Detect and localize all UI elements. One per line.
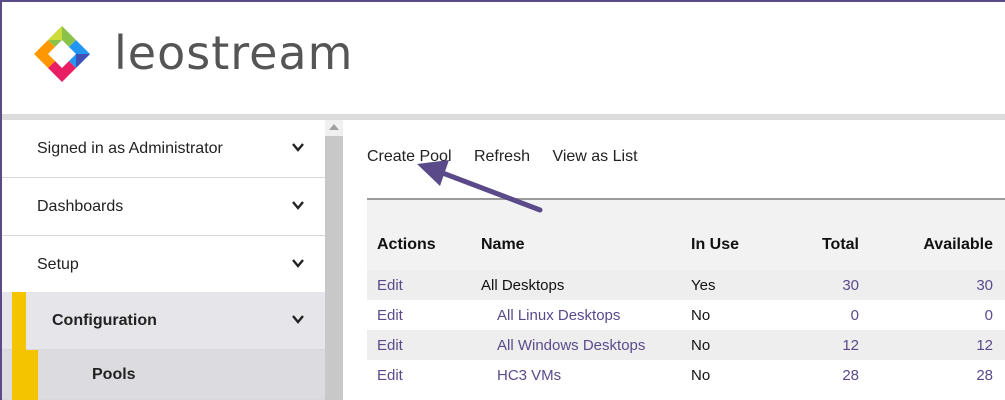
sidebar-item-signed-in[interactable]: Signed in as Administrator [2, 120, 325, 178]
available-cell: 28 [976, 366, 993, 384]
sidebar-item-label: Dashboards [37, 197, 124, 215]
logo-text: leostream [114, 26, 354, 80]
table-header-row: Actions Name In Use Total Available [367, 200, 1005, 270]
in-use-cell: No [691, 366, 711, 384]
sidebar-scrollbar[interactable] [325, 120, 343, 400]
arrow-up-icon [329, 124, 339, 130]
in-use-cell: No [691, 306, 711, 324]
active-item-marker [26, 350, 38, 400]
edit-link[interactable]: Edit [367, 270, 481, 300]
pool-name: All Desktops [481, 276, 565, 294]
available-cell: 0 [984, 306, 993, 324]
edit-link[interactable]: Edit [367, 300, 481, 330]
column-header-actions[interactable]: Actions [367, 200, 481, 270]
table-row: Edit All Desktops Yes 30 30 [367, 270, 1005, 300]
sidebar-item-pools[interactable]: Pools [2, 350, 325, 400]
chevron-down-icon [292, 143, 304, 152]
column-header-total[interactable]: Total [791, 200, 871, 270]
pool-name: All Linux Desktops [497, 306, 621, 324]
toolbar: Create Pool Refresh View as List [367, 148, 656, 166]
column-header-available[interactable]: Available [871, 200, 1005, 270]
refresh-link[interactable]: Refresh [474, 148, 530, 165]
total-cell: 28 [842, 366, 859, 384]
sidebar-item-configuration[interactable]: Configuration [2, 292, 325, 350]
column-header-in-use[interactable]: In Use [691, 200, 791, 270]
sidebar-item-dashboards[interactable]: Dashboards [2, 178, 325, 236]
active-section-marker [12, 292, 26, 400]
pool-name: HC3 VMs [497, 366, 562, 384]
in-use-cell: Yes [691, 276, 716, 294]
chevron-down-icon [292, 315, 304, 324]
sidebar-item-label: Setup [37, 255, 79, 273]
total-cell: 12 [842, 336, 859, 354]
create-pool-link[interactable]: Create Pool [367, 148, 452, 165]
pools-table: Actions Name In Use Total Available Edit… [367, 198, 1005, 390]
available-cell: 12 [976, 336, 993, 354]
total-cell: 0 [850, 306, 859, 324]
edit-link[interactable]: Edit [367, 360, 481, 390]
table-row: Edit All Windows Desktops No 12 12 [367, 330, 1005, 360]
table-row: Edit HC3 VMs No 28 28 [367, 360, 1005, 390]
main-content: Create Pool Refresh View as List Actions… [343, 120, 1005, 400]
chevron-down-icon [292, 259, 304, 268]
in-use-cell: No [691, 336, 711, 354]
scroll-up-button[interactable] [325, 120, 343, 136]
edit-link[interactable]: Edit [367, 330, 481, 360]
pool-name: All Windows Desktops [497, 336, 646, 354]
app-header: leostream [2, 2, 1005, 114]
sidebar: Signed in as Administrator Dashboards Se… [2, 120, 325, 400]
table-row: Edit All Linux Desktops No 0 0 [367, 300, 1005, 330]
available-cell: 30 [976, 276, 993, 294]
view-as-list-link[interactable]: View as List [552, 148, 637, 165]
sidebar-item-setup[interactable]: Setup [2, 236, 325, 294]
column-header-name[interactable]: Name [481, 200, 691, 270]
total-cell: 30 [842, 276, 859, 294]
chevron-down-icon [292, 201, 304, 210]
sidebar-item-label: Signed in as Administrator [37, 139, 223, 157]
leostream-logo-icon[interactable] [32, 24, 92, 84]
